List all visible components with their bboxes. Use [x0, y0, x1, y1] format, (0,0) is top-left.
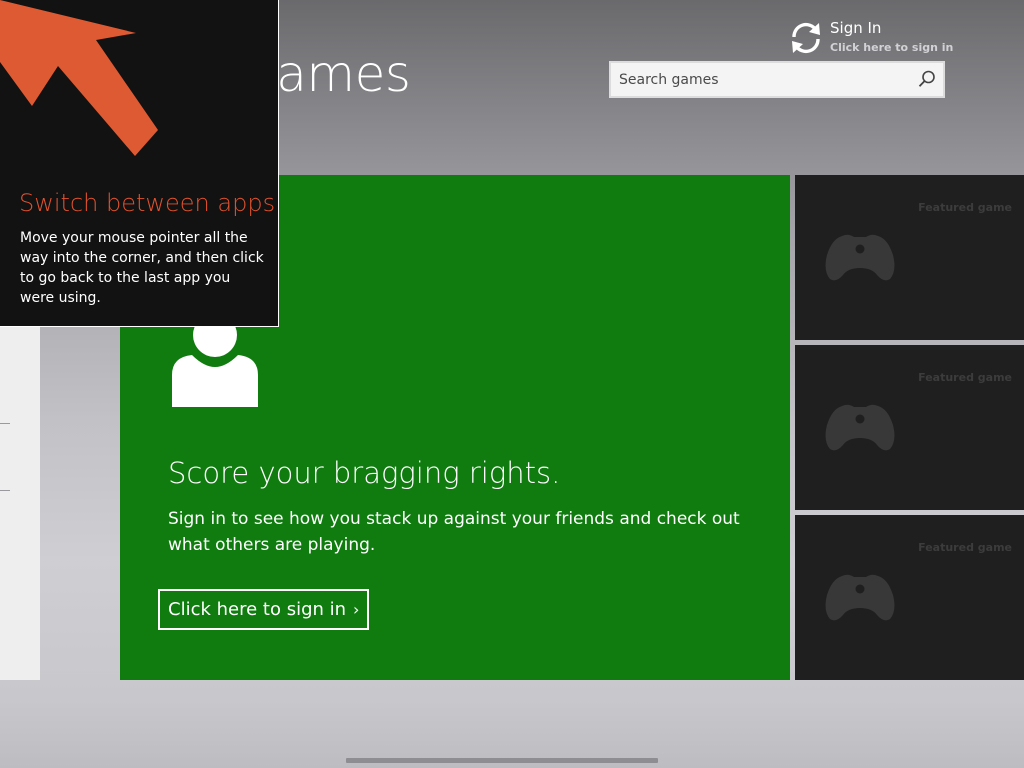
switch-apps-description: Move your mouse pointer all the way into…	[20, 230, 264, 306]
horizontal-scrollbar[interactable]	[346, 758, 658, 763]
search-icon[interactable]	[917, 69, 937, 89]
hero-headline: Score your bragging rights.	[168, 456, 561, 490]
featured-game-tile[interactable]: Featured game	[795, 515, 1024, 680]
sign-in-button-label: Click here to sign in	[168, 599, 347, 620]
controller-icon	[825, 574, 895, 621]
featured-game-label: Featured game	[918, 371, 1012, 384]
sign-in-subtitle: Click here to sign in	[830, 41, 954, 54]
strip-divider	[0, 423, 10, 424]
switch-apps-title: Switch between apps	[19, 189, 276, 217]
sign-in-title: Sign In	[830, 19, 882, 37]
search-input[interactable]	[611, 63, 909, 96]
controller-icon	[825, 234, 895, 281]
hero-description: Sign in to see how you stack up against …	[168, 509, 740, 555]
chevron-right-icon: ›	[353, 600, 360, 619]
left-section-strip	[0, 327, 40, 680]
strip-divider	[0, 490, 10, 491]
featured-game-label: Featured game	[918, 201, 1012, 214]
search-box	[609, 61, 945, 98]
corner-arrow-icon	[0, 0, 158, 156]
featured-game-tile[interactable]: Featured game	[795, 345, 1024, 510]
switch-apps-tip: Switch between apps Move your mouse poin…	[0, 0, 279, 327]
featured-game-tile[interactable]: Featured game	[795, 175, 1024, 340]
sync-icon	[792, 22, 820, 54]
header-sign-in-button[interactable]: Sign In Click here to sign in	[788, 18, 968, 60]
person-icon	[172, 315, 258, 407]
featured-game-label: Featured game	[918, 541, 1012, 554]
controller-icon	[825, 404, 895, 451]
sign-in-button[interactable]: Click here to sign in ›	[158, 589, 370, 630]
